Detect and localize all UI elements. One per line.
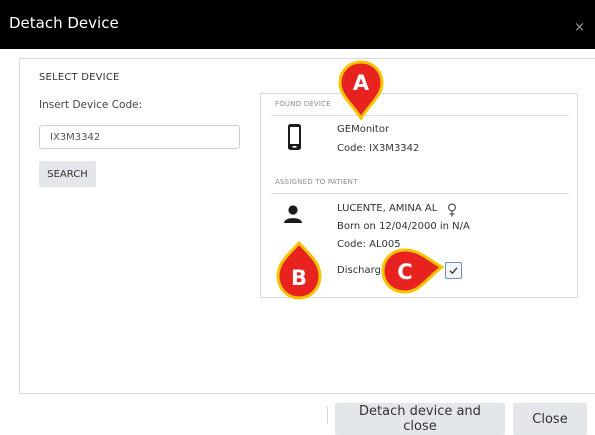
female-icon [447, 202, 457, 221]
divider [271, 193, 569, 194]
dialog-body: SELECT DEVICE Insert Device Code: SEARCH… [19, 58, 595, 394]
callout-a-label: A [353, 71, 370, 95]
callout-c-label: C [397, 260, 412, 284]
close-button[interactable]: Close [513, 403, 587, 435]
patient-name: LUCENTE, AMINA AL [337, 203, 438, 214]
callout-c-marker: C [381, 248, 444, 294]
device-code-input[interactable] [39, 125, 240, 149]
callout-b-label: B [291, 266, 307, 290]
phone-icon [287, 123, 302, 155]
select-device-heading: SELECT DEVICE [39, 72, 120, 83]
footer-divider [327, 406, 328, 424]
divider [271, 115, 569, 116]
dialog-titlebar: Detach Device × [0, 0, 595, 49]
callout-b-marker: B [276, 241, 322, 300]
device-code: Code: IX3M3342 [337, 143, 420, 154]
detach-and-close-button[interactable]: Detach device and close [335, 403, 505, 435]
callout-a-marker: A [338, 60, 384, 121]
device-name: GEMonitor [337, 124, 390, 135]
assigned-patient-heading: ASSIGNED TO PATIENT [275, 178, 358, 186]
found-device-heading: FOUND DEVICE [275, 100, 331, 108]
discharge-checkbox[interactable] [445, 262, 462, 279]
person-icon [283, 204, 303, 228]
check-icon [449, 267, 458, 275]
dialog-title: Detach Device [9, 14, 119, 32]
search-button[interactable]: SEARCH [39, 161, 96, 187]
close-icon[interactable]: × [574, 20, 585, 35]
insert-code-label: Insert Device Code: [39, 99, 143, 111]
patient-birth: Born on 12/04/2000 in N/A [337, 221, 470, 232]
